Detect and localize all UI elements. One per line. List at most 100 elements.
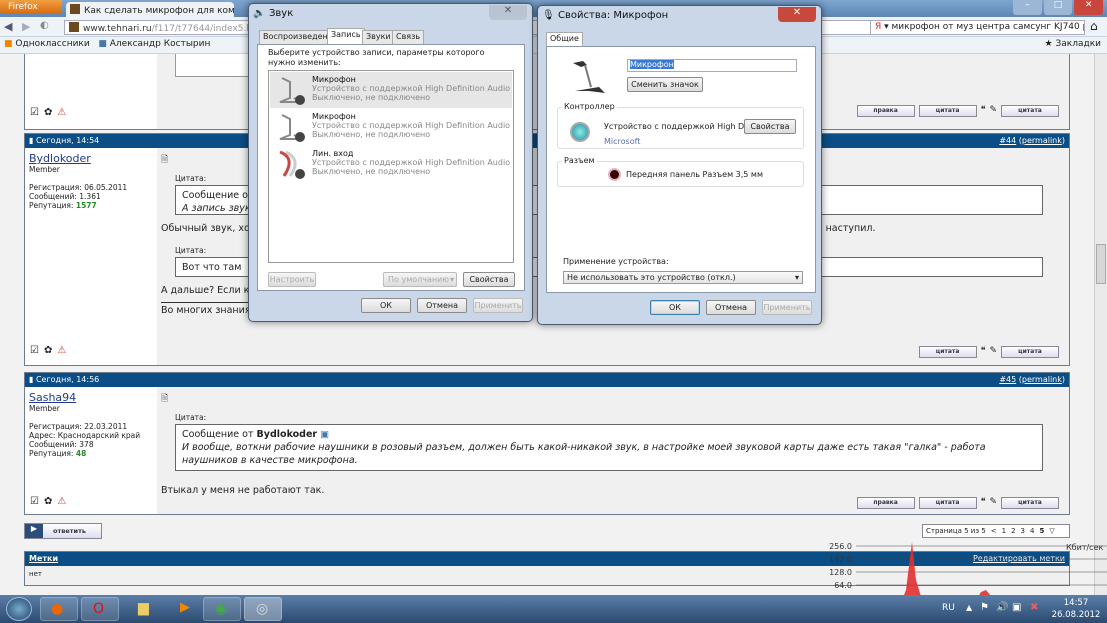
device-list[interactable]: Микрофон Устройство с поддержкой High Def… <box>268 70 514 263</box>
report-icon[interactable]: ⚠ <box>57 345 66 356</box>
username-link[interactable]: Sasha94 <box>29 391 153 404</box>
vote-icon[interactable]: ☑ <box>30 496 39 507</box>
multiquote-button[interactable]: цитата <box>1001 105 1059 117</box>
back-icon[interactable]: ◀ <box>4 20 12 33</box>
page-link[interactable]: 2 <box>1011 527 1015 535</box>
vote-icon[interactable]: ☑ <box>30 107 39 118</box>
user-posts: Сообщений: 378 <box>29 440 94 449</box>
maximize-button[interactable]: □ <box>1043 0 1073 15</box>
thanks-icon[interactable]: ✿ <box>44 345 52 356</box>
browser-tab[interactable]: Как сделать микрофон для компью... ✕ <box>66 2 234 17</box>
taskbar-explorer[interactable]: ▆ <box>128 597 166 621</box>
controller-properties-button[interactable]: Свойства <box>744 119 796 134</box>
device-item[interactable]: Микрофон Устройство с поддержкой High Def… <box>270 109 512 145</box>
edit-icon[interactable]: ✎ <box>989 105 997 117</box>
search-input[interactable]: Я ▾ микрофон от муз центра самсунг KJ740… <box>870 20 1085 35</box>
start-button[interactable] <box>6 597 32 621</box>
taskbar-sound[interactable]: ◎ <box>244 597 282 621</box>
thanks-icon[interactable]: ✿ <box>44 107 52 118</box>
page-menu-icon[interactable]: ▽ <box>1049 527 1054 535</box>
action-center-icon[interactable]: ⚑ <box>980 602 989 613</box>
usage-select[interactable]: Не использовать это устройство (откл.) ▾ <box>563 271 803 284</box>
bookmarks-menu[interactable]: ★ Закладки <box>1045 39 1101 49</box>
power-icon[interactable]: ✖ <box>1030 602 1038 613</box>
view-post-icon[interactable]: ▣ <box>320 429 329 440</box>
tab-communications[interactable]: Связь <box>392 30 425 44</box>
thanks-icon[interactable]: ✿ <box>44 496 52 507</box>
play-arrow-icon: ▶ <box>25 524 43 538</box>
page-link[interactable]: 4 <box>1030 527 1034 535</box>
permalink[interactable]: permalink <box>1022 375 1062 384</box>
multiquote-button[interactable]: цитата <box>1001 497 1059 509</box>
bookmark-vk[interactable]: ■ Александр Костырин <box>98 39 210 49</box>
attached-image[interactable] <box>175 54 255 77</box>
cancel-button[interactable]: Отмена <box>706 300 756 315</box>
bookmark-odnoklassniki[interactable]: ■ Одноклассники <box>4 39 90 49</box>
edit-icon[interactable]: ✎ <box>989 346 997 358</box>
user-posts: Сообщений: 1.361 <box>29 192 101 201</box>
ok-button[interactable]: ОК <box>650 300 700 315</box>
change-icon-button[interactable]: Сменить значок <box>627 77 703 92</box>
configure-button[interactable]: Настроить <box>268 272 316 287</box>
username-link[interactable]: Bydlokoder <box>29 152 153 165</box>
firefox-menu-button[interactable]: Firefox <box>0 0 62 14</box>
prev-page-link[interactable]: < <box>991 527 997 535</box>
show-hidden-icons[interactable]: ▲ <box>966 603 972 612</box>
identity-icon[interactable]: ◐ <box>40 20 49 31</box>
close-button[interactable]: ✕ <box>778 7 816 22</box>
edit-button[interactable]: правка <box>856 105 915 117</box>
post-footer-icons: ☑ ✿ ⚠ <box>30 107 66 118</box>
quick-quote-icon[interactable]: ❝ <box>981 105 986 117</box>
multiquote-button[interactable]: цитата <box>1001 346 1059 358</box>
cancel-button[interactable]: Отмена <box>417 298 467 313</box>
language-indicator[interactable]: RU <box>942 603 955 613</box>
edit-button[interactable]: правка <box>856 497 915 509</box>
volume-icon[interactable]: 🔊 <box>996 602 1008 613</box>
tab-recording[interactable]: Запись <box>327 28 365 44</box>
taskbar-chrome[interactable]: ◉ <box>203 597 241 621</box>
forward-icon[interactable]: ▶ <box>22 20 30 33</box>
post-icon: ▮ <box>29 375 34 384</box>
close-button[interactable]: ✕ <box>489 5 527 20</box>
search-value: микрофон от муз центра самсунг KJ740 род… <box>891 22 1084 32</box>
page-link[interactable]: 3 <box>1021 527 1025 535</box>
edit-icon[interactable]: ✎ <box>989 497 997 509</box>
properties-button[interactable]: Свойства <box>463 272 515 287</box>
report-icon[interactable]: ⚠ <box>57 496 66 507</box>
taskbar-media-player[interactable]: ▶ <box>168 597 206 621</box>
tick-label: 256.0 <box>829 542 852 551</box>
taskbar-opera[interactable]: O <box>81 597 119 621</box>
network-meter-gadget: 256.0192.0128.064.00.0 Кбит/сек <box>829 542 1107 600</box>
tab-sounds[interactable]: Звуки <box>362 30 395 44</box>
clock[interactable]: 14:57 26.08.2012 <box>1050 597 1102 621</box>
microphone-large-icon <box>569 57 609 97</box>
device-item[interactable]: Лин. вход Устройство с поддержкой High De… <box>270 146 512 182</box>
quote-button[interactable]: цитата <box>918 346 977 358</box>
device-item[interactable]: Микрофон Устройство с поддержкой High Def… <box>270 72 512 108</box>
ok-button[interactable]: ОК <box>361 298 411 313</box>
page-scrollbar[interactable] <box>1094 54 1107 595</box>
quote-button[interactable]: цитата <box>918 497 977 509</box>
dropdown-arrow-icon[interactable]: ▾ <box>450 273 454 286</box>
tab-title: Как сделать микрофон для компью... <box>84 6 234 16</box>
report-icon[interactable]: ⚠ <box>57 107 66 118</box>
close-window-button[interactable]: ✕ <box>1074 0 1104 15</box>
home-icon[interactable]: ⌂ <box>1090 19 1098 33</box>
network-icon[interactable]: ▣ <box>1012 602 1021 613</box>
page-link[interactable]: 1 <box>1002 527 1006 535</box>
quick-quote-icon[interactable]: ❝ <box>981 497 986 509</box>
post-number-link[interactable]: #44 <box>999 136 1016 145</box>
tags-title[interactable]: Метки <box>29 554 58 564</box>
minimize-button[interactable]: – <box>1013 0 1042 15</box>
apply-button[interactable]: Применить <box>473 298 523 313</box>
reply-button[interactable]: ▶ ответить <box>24 523 102 539</box>
vote-icon[interactable]: ☑ <box>30 345 39 356</box>
quote-button[interactable]: цитата <box>918 105 977 117</box>
apply-button[interactable]: Применить <box>762 300 812 315</box>
permalink[interactable]: permalink <box>1022 136 1062 145</box>
quick-quote-icon[interactable]: ❝ <box>981 346 986 358</box>
taskbar-firefox[interactable]: ● <box>40 597 78 621</box>
post-number-link[interactable]: #45 <box>999 375 1016 384</box>
set-default-button[interactable]: По умолчанию ▾ <box>383 272 457 287</box>
device-name-input[interactable]: Микрофон <box>627 59 797 72</box>
